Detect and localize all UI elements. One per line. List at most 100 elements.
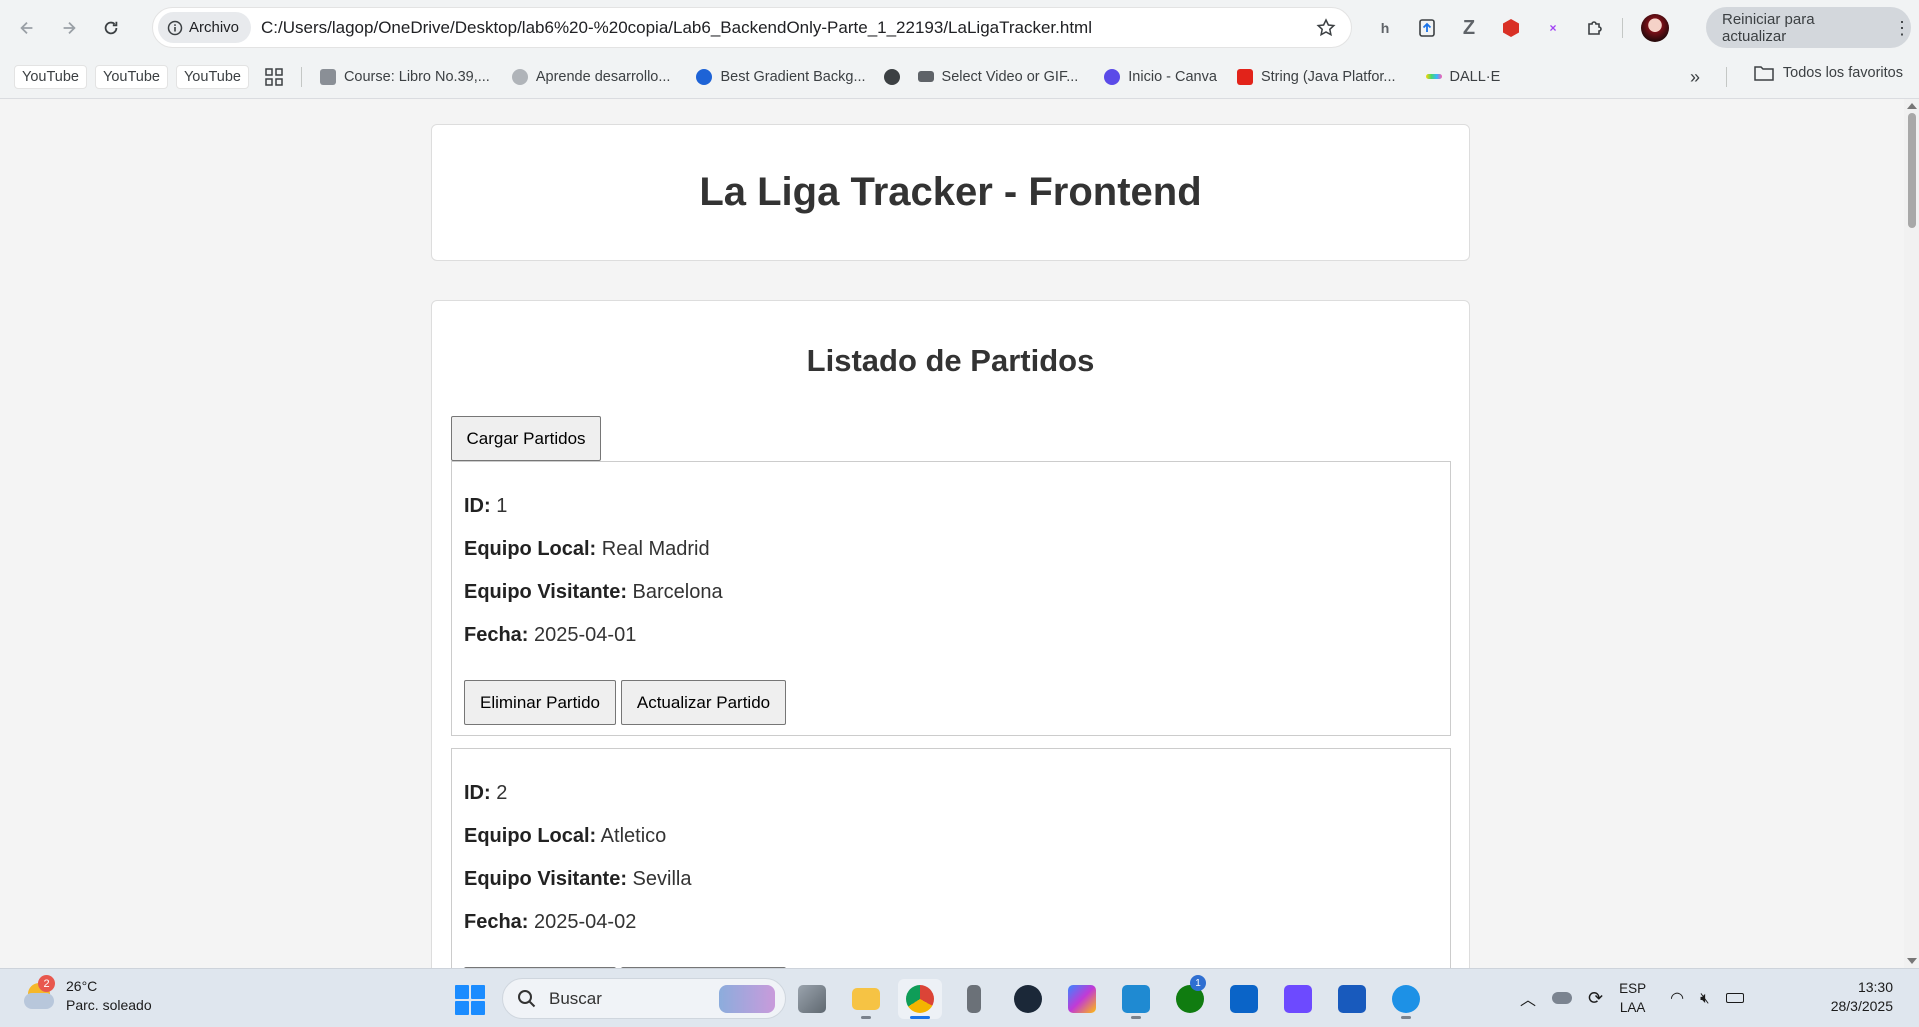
- bookmark-label: Aprende desarrollo...: [535, 68, 671, 85]
- dalle-icon: [1425, 74, 1442, 79]
- task-view-icon[interactable]: [790, 979, 834, 1019]
- page-scrollbar[interactable]: [1904, 99, 1919, 968]
- header-card: La Liga Tracker - Frontend: [431, 124, 1470, 261]
- system-clock[interactable]: 13:30 28/3/2025: [1831, 978, 1893, 1016]
- word-icon[interactable]: [1330, 979, 1374, 1019]
- extension-upload-icon[interactable]: [1412, 13, 1442, 43]
- video-icon: [917, 71, 934, 82]
- arrow-right-icon: [63, 21, 76, 34]
- bookmark-course[interactable]: Course: Libro No.39,...: [319, 68, 490, 85]
- clock-time: 13:30: [1857, 979, 1893, 995]
- volume-muted-icon[interactable]: 🔇︎: [1700, 990, 1709, 1007]
- bookmark-globe[interactable]: [883, 68, 908, 85]
- partly-sunny-icon: 2: [24, 975, 58, 1011]
- forward-button[interactable]: [51, 10, 87, 46]
- bookmark-canva[interactable]: Inicio - Canva: [1104, 68, 1217, 85]
- language-indicator[interactable]: ESP LAA: [1619, 979, 1646, 1017]
- extensions-area: h Z ×: [1370, 11, 1669, 45]
- terminal-icon[interactable]: [952, 979, 996, 1019]
- onedrive-icon[interactable]: [1552, 992, 1573, 1004]
- sync-icon[interactable]: ⟳: [1588, 988, 1603, 1009]
- oracle-icon: [1236, 68, 1253, 85]
- bookmark-label: YouTube: [22, 68, 79, 85]
- load-matches-button[interactable]: Cargar Partidos: [451, 416, 601, 461]
- start-button-windows-icon[interactable]: [455, 985, 485, 1015]
- page-title: La Liga Tracker - Frontend: [699, 170, 1202, 214]
- back-button[interactable]: [9, 10, 45, 46]
- away-team: Sevilla: [632, 868, 692, 890]
- file-explorer-icon[interactable]: [844, 979, 888, 1019]
- docker-icon[interactable]: [1384, 979, 1428, 1019]
- apps-grid-icon[interactable]: [265, 67, 283, 86]
- update-match-button[interactable]: Actualizar Partido: [621, 680, 786, 725]
- chrome-icon[interactable]: [898, 979, 942, 1019]
- globe-icon: [883, 68, 900, 85]
- windows-taskbar: 2 26°C Parc. soleado Buscar 1 ︿ ⟳ ESP LA…: [0, 968, 1919, 1027]
- home-label: Equipo Local:: [464, 538, 597, 560]
- battery-icon[interactable]: [1725, 993, 1744, 1003]
- delete-match-button[interactable]: Eliminar Partido: [464, 680, 616, 725]
- extension-red-shield-icon[interactable]: [1496, 13, 1526, 43]
- extension-h-icon[interactable]: h: [1370, 13, 1400, 43]
- bookmark-video[interactable]: Select Video or GIF...: [917, 69, 1078, 85]
- restart-to-update-button[interactable]: Reiniciar para actualizar ⋮: [1706, 7, 1911, 48]
- bookmark-star-button[interactable]: [1311, 13, 1341, 43]
- xbox-icon[interactable]: 1: [1168, 975, 1212, 1019]
- canva-icon: [1104, 68, 1121, 85]
- bookmark-youtube-3[interactable]: YouTube: [175, 64, 249, 89]
- proton-icon[interactable]: [1276, 979, 1320, 1019]
- weather-condition: Parc. soleado: [66, 997, 152, 1013]
- date-label: Fecha:: [464, 911, 529, 933]
- site-info-chip[interactable]: Archivo: [158, 12, 252, 43]
- bookmark-youtube-2[interactable]: YouTube: [94, 64, 168, 89]
- site-info-label: Archivo: [189, 19, 240, 36]
- course-icon: [319, 68, 336, 85]
- clock-date: 28/3/2025: [1830, 998, 1893, 1014]
- bookmark-java-string[interactable]: String (Java Platfor...: [1236, 68, 1396, 85]
- weather-badge: 2: [38, 975, 55, 992]
- url-text[interactable]: C:/Users/lagop/OneDrive/Desktop/lab6%20-…: [261, 18, 1311, 38]
- extensions-puzzle-icon[interactable]: [1580, 13, 1610, 43]
- microsoft365-icon[interactable]: [1060, 979, 1104, 1019]
- match-away-row: Equipo Visitante: Barcelona: [464, 581, 723, 604]
- weather-widget[interactable]: 2 26°C Parc. soleado: [24, 975, 152, 1015]
- match-home-row: Equipo Local: Atletico: [464, 825, 666, 848]
- bookmark-gradient[interactable]: Best Gradient Backg...: [696, 68, 866, 85]
- scroll-up-arrow-icon[interactable]: [1907, 103, 1917, 109]
- bookmark-label: Course: Libro No.39,...: [343, 68, 490, 85]
- scroll-thumb[interactable]: [1908, 113, 1916, 228]
- wifi-icon[interactable]: ◠: [1670, 988, 1684, 1008]
- browser-toolbar: Archivo C:/Users/lagop/OneDrive/Desktop/…: [0, 0, 1919, 55]
- xbox-badge: 1: [1190, 975, 1206, 991]
- extension-pixel-icon[interactable]: ×: [1538, 13, 1568, 43]
- bookmark-youtube-1[interactable]: YouTube: [14, 64, 87, 89]
- reload-button[interactable]: [93, 10, 129, 46]
- taskbar-search[interactable]: Buscar: [502, 978, 786, 1019]
- date-label: Fecha:: [464, 624, 529, 646]
- more-bookmarks-chevron-icon[interactable]: »: [1690, 67, 1700, 88]
- folder-icon: [1754, 66, 1774, 81]
- address-bar[interactable]: Archivo C:/Users/lagop/OneDrive/Desktop/…: [152, 7, 1352, 48]
- away-team: Barcelona: [632, 581, 723, 603]
- bookmark-dalle[interactable]: DALL·E: [1425, 69, 1500, 85]
- toolbar-separator: [1622, 18, 1623, 38]
- all-bookmarks-button[interactable]: Todos los favoritos: [1754, 65, 1903, 81]
- vscode-icon[interactable]: [1114, 979, 1158, 1019]
- bookmark-label: YouTube: [102, 68, 160, 85]
- profile-avatar[interactable]: [1641, 14, 1669, 42]
- match-item: ID: 2 Equipo Local: Atletico Equipo Visi…: [451, 748, 1451, 968]
- home-label: Equipo Local:: [464, 825, 597, 847]
- chevron-up-icon[interactable]: ︿: [1520, 986, 1536, 1010]
- outlook-icon[interactable]: [1222, 979, 1266, 1019]
- match-date-row: Fecha: 2025-04-02: [464, 911, 636, 934]
- match-date-row: Fecha: 2025-04-01: [464, 624, 636, 647]
- match-id-row: ID: 1: [464, 495, 507, 518]
- bookmark-label: String (Java Platfor...: [1260, 68, 1396, 85]
- bookmark-unity[interactable]: Aprende desarrollo...: [511, 68, 671, 85]
- away-label: Equipo Visitante:: [464, 581, 627, 603]
- match-id-row: ID: 2: [464, 782, 507, 805]
- extension-z-icon[interactable]: Z: [1454, 13, 1484, 43]
- steam-icon[interactable]: [1006, 979, 1050, 1019]
- bookmark-label: Best Gradient Backg...: [720, 68, 866, 85]
- scroll-down-arrow-icon[interactable]: [1907, 958, 1917, 964]
